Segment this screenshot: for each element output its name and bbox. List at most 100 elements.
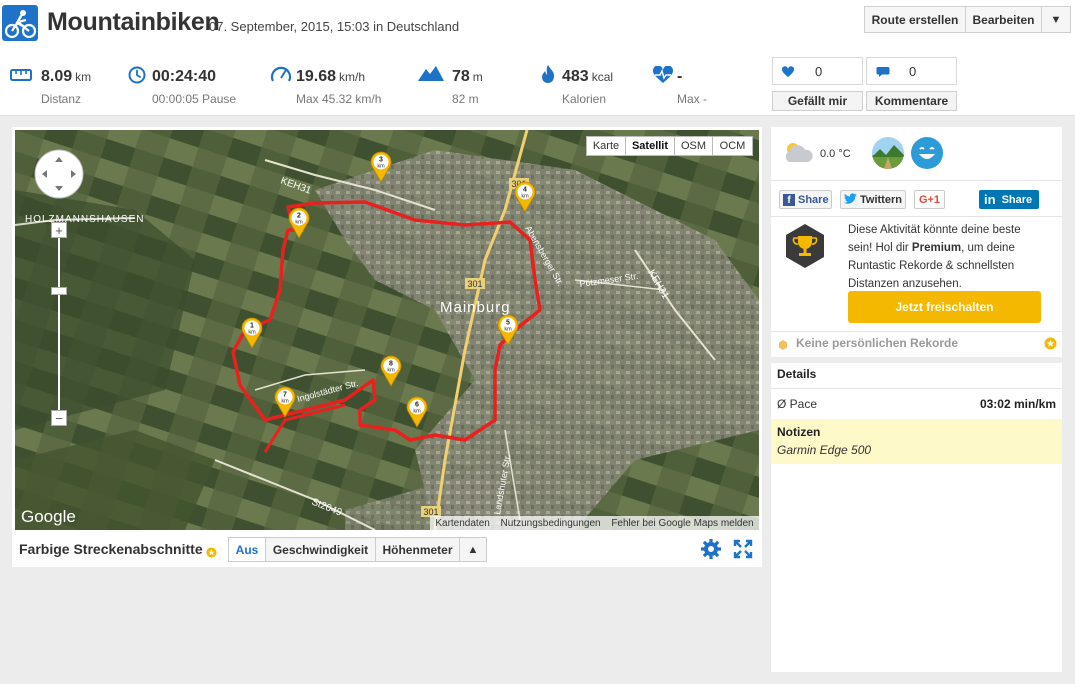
premium-teaser-text: Diese Aktivität könnte deine beste sein!… — [848, 221, 1048, 293]
calories-value: 483 — [562, 68, 589, 85]
marker-number: 3 — [379, 157, 383, 164]
map-pan-control[interactable] — [34, 149, 84, 199]
twitter-bird-icon — [844, 192, 858, 207]
map-terms-link[interactable]: Nutzungsbedingungen — [501, 518, 601, 529]
map-report-link[interactable]: Fehler bei Google Maps melden — [611, 518, 753, 529]
marker-unit: km — [281, 399, 289, 405]
marker-number: 6 — [415, 402, 419, 409]
comments-box[interactable]: 0 — [866, 57, 957, 85]
distance-unit: km — [75, 70, 92, 84]
zoom-track — [58, 225, 60, 425]
happy-mood-icon — [911, 137, 943, 169]
route-map[interactable]: HOLZMANNSHAUSEN KEH31 Mainburg Pötzmeser… — [15, 130, 759, 530]
marker-number: 7 — [283, 392, 287, 399]
page-header: Mountainbiken 07. September, 2015, 15:03… — [0, 0, 1075, 46]
sidebar-divider — [771, 216, 1062, 217]
collapse-chart-button[interactable]: ▲ — [459, 537, 487, 562]
elevation-unit: m — [472, 70, 483, 84]
mountain-bike-icon — [2, 5, 38, 41]
marker-unit: km — [413, 409, 421, 415]
more-options-dropdown[interactable]: ▼ — [1041, 6, 1071, 33]
create-route-button[interactable]: Route erstellen — [864, 6, 966, 33]
settings-gear-icon[interactable] — [700, 538, 722, 565]
cloudy-weather-icon — [781, 140, 815, 169]
activity-subtitle: 07. September, 2015, 15:03 in Deutschlan… — [209, 19, 460, 34]
likes-count: 0 — [815, 63, 823, 79]
heart-rate-stat: - — [677, 68, 682, 86]
map-label-holzmannshausen: HOLZMANNSHAUSEN — [25, 214, 144, 225]
elevation-value: 78 — [452, 68, 470, 85]
marker-unit: km — [248, 330, 256, 336]
map-type-karte[interactable]: Karte — [586, 136, 626, 156]
colored-segments-title: Farbige Streckenabschnitte — [19, 541, 203, 557]
details-title: Details — [777, 367, 817, 381]
edit-button[interactable]: Bearbeiten — [965, 6, 1042, 33]
marker-number: 5 — [506, 320, 510, 327]
google-plus-button[interactable]: G+1 — [914, 190, 945, 209]
duration-stat: 00:24:40 — [152, 68, 216, 86]
satellite-map-canvas: HOLZMANNSHAUSEN KEH31 Mainburg Pötzmeser… — [15, 130, 759, 530]
zoom-out-button[interactable]: − — [51, 410, 67, 426]
sidebar-divider — [771, 331, 1062, 332]
sidebar-divider — [771, 180, 1062, 181]
calories-stat: 483 kcal — [562, 68, 613, 86]
segment-tab-hoehenmeter[interactable]: Höhenmeter — [375, 537, 460, 562]
road-shield-301-center: 301 — [465, 278, 485, 289]
marker-unit: km — [387, 368, 395, 374]
activity-title: Mountainbiken — [47, 8, 220, 36]
facebook-share-label: Share — [798, 193, 829, 206]
comments-button[interactable]: Kommentare — [866, 91, 957, 111]
elevation-stat: 78 m — [452, 68, 483, 86]
clock-icon — [128, 66, 146, 89]
mountain-icon — [417, 64, 445, 87]
stats-bar: 8.09 km Distanz 00:24:40 00:00:05 Pause 1… — [0, 46, 1075, 116]
max-heart-rate-label: Max - — [677, 92, 707, 106]
map-type-ocm[interactable]: OCM — [712, 136, 753, 156]
zoom-in-button[interactable]: + — [51, 222, 67, 238]
map-data-link[interactable]: Kartendaten — [435, 518, 490, 529]
caret-down-icon: ▼ — [1050, 13, 1062, 26]
heart-rate-icon — [652, 65, 674, 89]
facebook-share-button[interactable]: f Share — [779, 190, 832, 209]
speech-bubble-icon — [876, 65, 890, 77]
twitter-share-button[interactable]: Twittern — [840, 190, 906, 209]
map-label-mainburg: Mainburg — [440, 299, 511, 316]
fullscreen-icon[interactable] — [733, 539, 753, 564]
distance-stat: 8.09 km — [41, 68, 91, 86]
caret-up-icon: ▲ — [467, 543, 479, 556]
speed-value: 19.68 — [296, 68, 337, 85]
heart-rate-value: - — [677, 68, 683, 85]
marker-number: 2 — [297, 213, 301, 220]
notes-text: Garmin Edge 500 — [777, 443, 872, 457]
linkedin-share-button[interactable]: in Share — [979, 190, 1039, 209]
map-type-satellit[interactable]: Satellit — [625, 136, 675, 156]
marker-unit: km — [295, 220, 303, 226]
segment-tab-aus[interactable]: Aus — [228, 537, 266, 562]
marker-unit: km — [377, 164, 385, 170]
pace-label: Ø Pace — [777, 397, 818, 411]
trophy-icon — [784, 223, 826, 274]
google-logo: Google — [21, 507, 76, 526]
premium-text-bold: Premium — [911, 242, 962, 254]
speed-stat: 19.68 km/h — [296, 68, 365, 86]
segment-tab-geschwindigkeit[interactable]: Geschwindigkeit — [265, 537, 376, 562]
pace-value: 03:02 min/km — [979, 397, 1056, 411]
ruler-icon — [10, 68, 32, 86]
likes-box[interactable]: 0 — [772, 57, 863, 85]
comments-count: 0 — [909, 63, 917, 79]
calories-label: Kalorien — [562, 92, 607, 106]
marker-number: 1 — [250, 323, 254, 330]
map-type-osm[interactable]: OSM — [674, 136, 713, 156]
distance-label: Distanz — [41, 92, 82, 106]
unlock-premium-button[interactable]: Jetzt freischalten — [848, 291, 1041, 323]
terrain-trail-icon — [872, 137, 904, 169]
facebook-icon: f — [783, 193, 795, 206]
svg-text:301: 301 — [467, 279, 482, 289]
zoom-slider-handle[interactable] — [51, 287, 67, 295]
temperature-value: 0.0 °C — [820, 148, 851, 160]
pause-label: 00:00:05 Pause — [152, 92, 237, 106]
like-button[interactable]: Gefällt mir — [772, 91, 863, 111]
linkedin-icon: in — [984, 192, 996, 207]
speedometer-icon — [270, 64, 292, 89]
notes-panel: Notizen Garmin Edge 500 — [771, 419, 1062, 464]
